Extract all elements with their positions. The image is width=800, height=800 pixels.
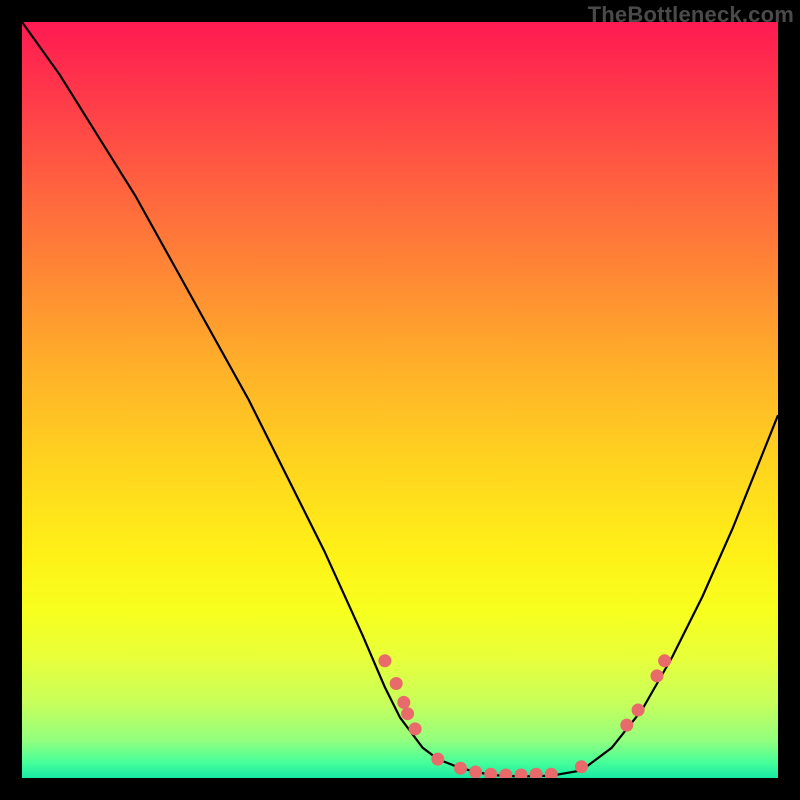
data-point xyxy=(454,762,467,775)
plot-area xyxy=(22,22,778,778)
data-point xyxy=(401,707,414,720)
data-point xyxy=(499,769,512,779)
data-point xyxy=(431,753,444,766)
data-markers xyxy=(378,654,671,778)
data-point xyxy=(575,760,588,773)
data-point xyxy=(397,696,410,709)
data-point xyxy=(409,722,422,735)
data-point xyxy=(469,766,482,779)
data-point xyxy=(530,768,543,778)
data-point xyxy=(658,654,671,667)
data-point xyxy=(620,719,633,732)
data-point xyxy=(651,669,664,682)
chart-svg xyxy=(22,22,778,778)
data-point xyxy=(484,768,497,778)
chart-frame xyxy=(22,22,778,778)
data-point xyxy=(390,677,403,690)
data-point xyxy=(378,654,391,667)
watermark-text: TheBottleneck.com xyxy=(588,2,794,28)
data-point xyxy=(515,769,528,779)
data-point xyxy=(632,704,645,717)
data-point xyxy=(545,768,558,778)
